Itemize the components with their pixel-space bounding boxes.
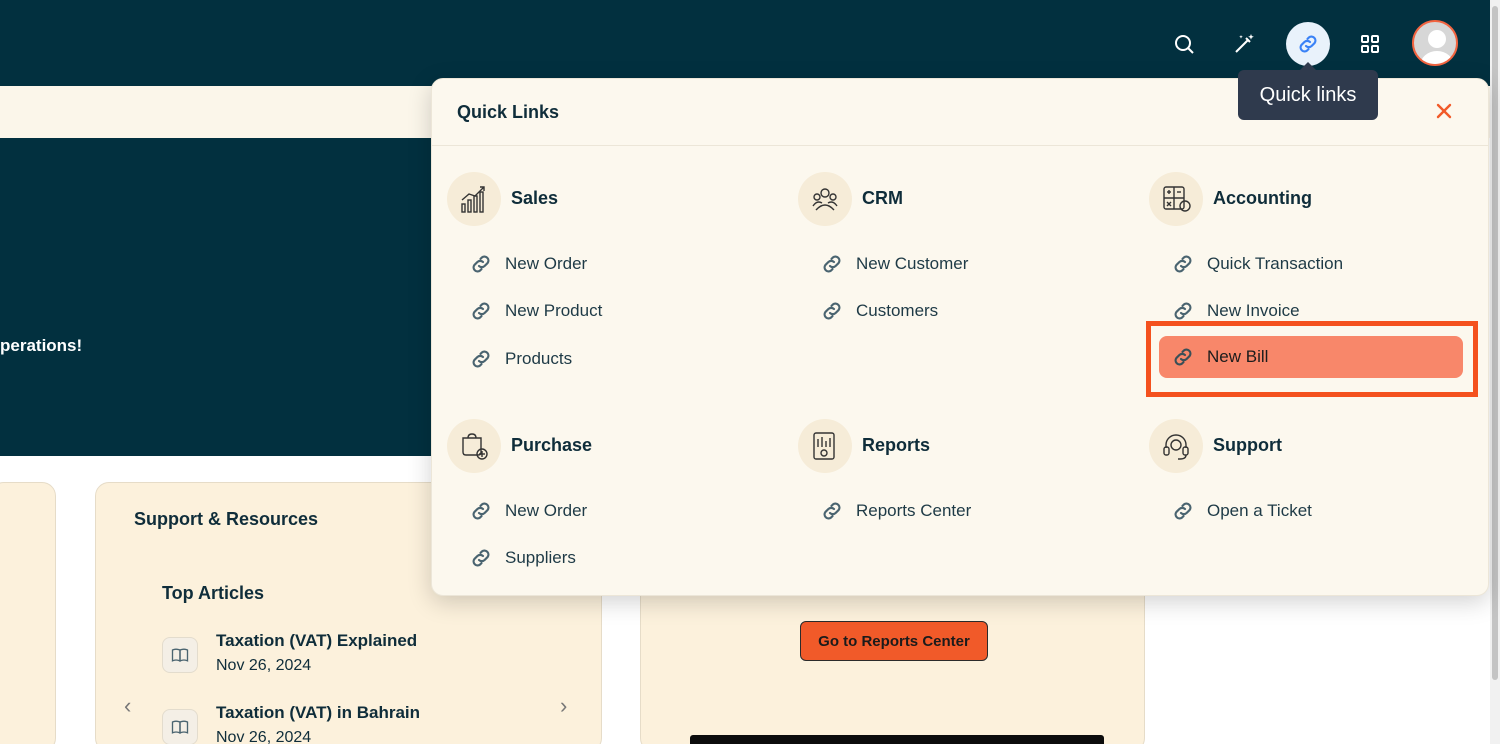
link-label: New Invoice — [1207, 301, 1300, 320]
link-icon — [472, 549, 490, 567]
link-quick-transaction[interactable]: Quick Transaction — [1159, 243, 1463, 285]
link-icon — [1299, 35, 1317, 53]
group-reports: Reports — [798, 419, 1118, 475]
group-label: Accounting — [1213, 188, 1312, 208]
link-icon — [472, 502, 490, 520]
link-icon — [472, 255, 490, 273]
group-label: CRM — [862, 188, 903, 208]
article-title: Taxation (VAT) in Bahrain — [216, 703, 421, 722]
scrollbar-thumb[interactable] — [1492, 6, 1498, 680]
article-title: Taxation (VAT) Explained — [216, 631, 418, 650]
link-customers[interactable]: Customers — [808, 290, 1112, 332]
article-date: Nov 26, 2024 — [216, 729, 312, 744]
highlight-annotation-box — [1146, 321, 1478, 397]
link-new-order[interactable]: New Order — [457, 243, 761, 285]
link-icon — [1174, 302, 1192, 320]
link-icon — [472, 350, 490, 368]
chevron-right-icon[interactable]: › — [560, 693, 567, 719]
quick-links-button[interactable] — [1286, 22, 1330, 66]
link-purchase-new-order[interactable]: New Order — [457, 490, 761, 532]
link-products[interactable]: Products — [457, 338, 761, 380]
user-avatar[interactable] — [1412, 20, 1458, 66]
group-sales: Sales — [447, 172, 767, 228]
reports-document-icon — [798, 419, 852, 473]
link-label: Reports Center — [856, 501, 972, 520]
go-to-reports-center-button[interactable]: Go to Reports Center — [800, 621, 988, 661]
purchase-bag-icon — [447, 419, 501, 473]
search-icon[interactable] — [1162, 22, 1206, 66]
book-icon — [162, 637, 198, 673]
link-icon — [823, 302, 841, 320]
support-card-title: Support & Resources — [134, 509, 319, 529]
link-label: New Order — [505, 254, 588, 273]
left-card — [0, 482, 56, 744]
link-new-customer[interactable]: New Customer — [808, 243, 1112, 285]
link-label: New Order — [505, 501, 588, 520]
link-open-ticket[interactable]: Open a Ticket — [1159, 490, 1463, 532]
article-item[interactable]: Taxation (VAT) in Bahrain Nov 26, 2024 — [162, 703, 582, 744]
chevron-left-icon[interactable]: ‹ — [124, 693, 131, 719]
media-preview — [690, 735, 1104, 744]
link-icon — [472, 302, 490, 320]
group-label: Sales — [511, 188, 559, 208]
quick-links-tooltip: Quick links — [1238, 62, 1378, 120]
top-articles-title: Top Articles — [162, 583, 265, 603]
group-crm: CRM — [798, 172, 1118, 228]
link-label: Suppliers — [505, 548, 576, 567]
group-label: Support — [1213, 435, 1282, 455]
link-label: New Product — [505, 301, 603, 320]
link-label: Open a Ticket — [1207, 501, 1312, 520]
crm-people-icon — [798, 172, 852, 226]
link-label: Products — [505, 349, 573, 368]
link-suppliers[interactable]: Suppliers — [457, 537, 761, 579]
close-icon[interactable] — [1432, 99, 1456, 123]
link-reports-center[interactable]: Reports Center — [808, 490, 1112, 532]
quick-links-title: Quick Links — [457, 102, 560, 122]
link-icon — [823, 255, 841, 273]
article-item[interactable]: Taxation (VAT) Explained Nov 26, 2024 — [162, 631, 582, 685]
link-new-product[interactable]: New Product — [457, 290, 761, 332]
group-label: Reports — [862, 435, 931, 455]
book-icon — [162, 709, 198, 744]
link-icon — [1174, 255, 1192, 273]
apps-grid-icon[interactable] — [1348, 22, 1392, 66]
group-purchase: Purchase — [447, 419, 767, 475]
group-support: Support — [1149, 419, 1469, 475]
article-date: Nov 26, 2024 — [216, 657, 312, 674]
magic-wand-icon[interactable] — [1222, 22, 1266, 66]
page-scrollbar[interactable] — [1490, 0, 1500, 744]
sales-chart-icon — [447, 172, 501, 226]
link-label: New Customer — [856, 254, 969, 273]
link-label: Quick Transaction — [1207, 254, 1344, 273]
link-icon — [1174, 502, 1192, 520]
link-label: Customers — [856, 301, 939, 320]
group-accounting: Accounting — [1149, 172, 1469, 228]
link-icon — [823, 502, 841, 520]
accounting-calculator-icon — [1149, 172, 1203, 226]
support-headset-icon — [1149, 419, 1203, 473]
hero-text: perations! — [0, 336, 83, 355]
group-label: Purchase — [511, 435, 593, 455]
